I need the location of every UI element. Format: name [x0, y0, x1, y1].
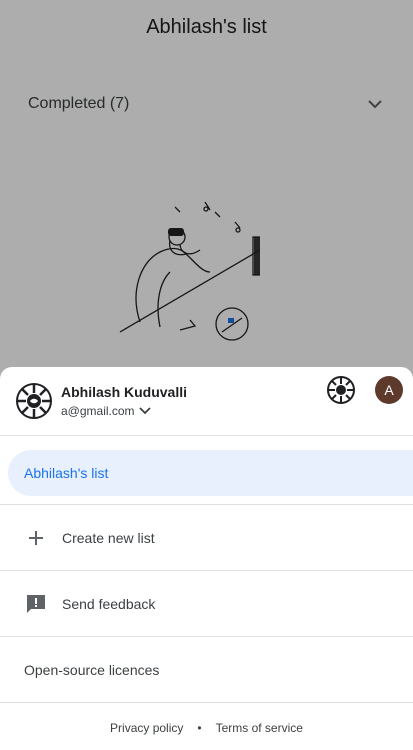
footer-separator: •	[197, 721, 202, 735]
other-account-letter-avatar[interactable]: A	[375, 376, 403, 404]
create-new-list-button[interactable]: Create new list	[0, 505, 413, 570]
account-name: Abhilash Kuduvalli	[61, 384, 188, 400]
terms-of-service-link[interactable]: Terms of service	[216, 721, 303, 735]
account-email: a@gmail.com	[61, 404, 135, 418]
account-header: Abhilash Kuduvalli a@gmail.com A	[0, 367, 413, 435]
feedback-icon	[24, 592, 48, 616]
create-new-list-label: Create new list	[62, 529, 155, 546]
plus-icon	[24, 526, 48, 550]
footer: Privacy policy • Terms of service	[0, 703, 413, 750]
open-source-licences-label: Open-source licences	[24, 661, 160, 678]
send-feedback-button[interactable]: Send feedback	[0, 571, 413, 636]
account-switcher[interactable]: a@gmail.com	[61, 402, 151, 420]
active-list-label: Abhilash's list	[24, 465, 109, 481]
privacy-policy-link[interactable]: Privacy policy	[110, 721, 183, 735]
account-bottom-sheet: Abhilash Kuduvalli a@gmail.com A Abhilas…	[0, 367, 413, 750]
account-avatar-icon[interactable]	[16, 383, 52, 419]
other-account-avatar-icon[interactable]	[327, 376, 355, 404]
chevron-down-icon[interactable]	[138, 402, 151, 420]
list-item-active[interactable]: Abhilash's list	[8, 450, 413, 496]
open-source-licences-button[interactable]: Open-source licences	[0, 637, 413, 702]
send-feedback-label: Send feedback	[62, 595, 156, 612]
lists-section: Abhilash's list	[0, 436, 413, 504]
